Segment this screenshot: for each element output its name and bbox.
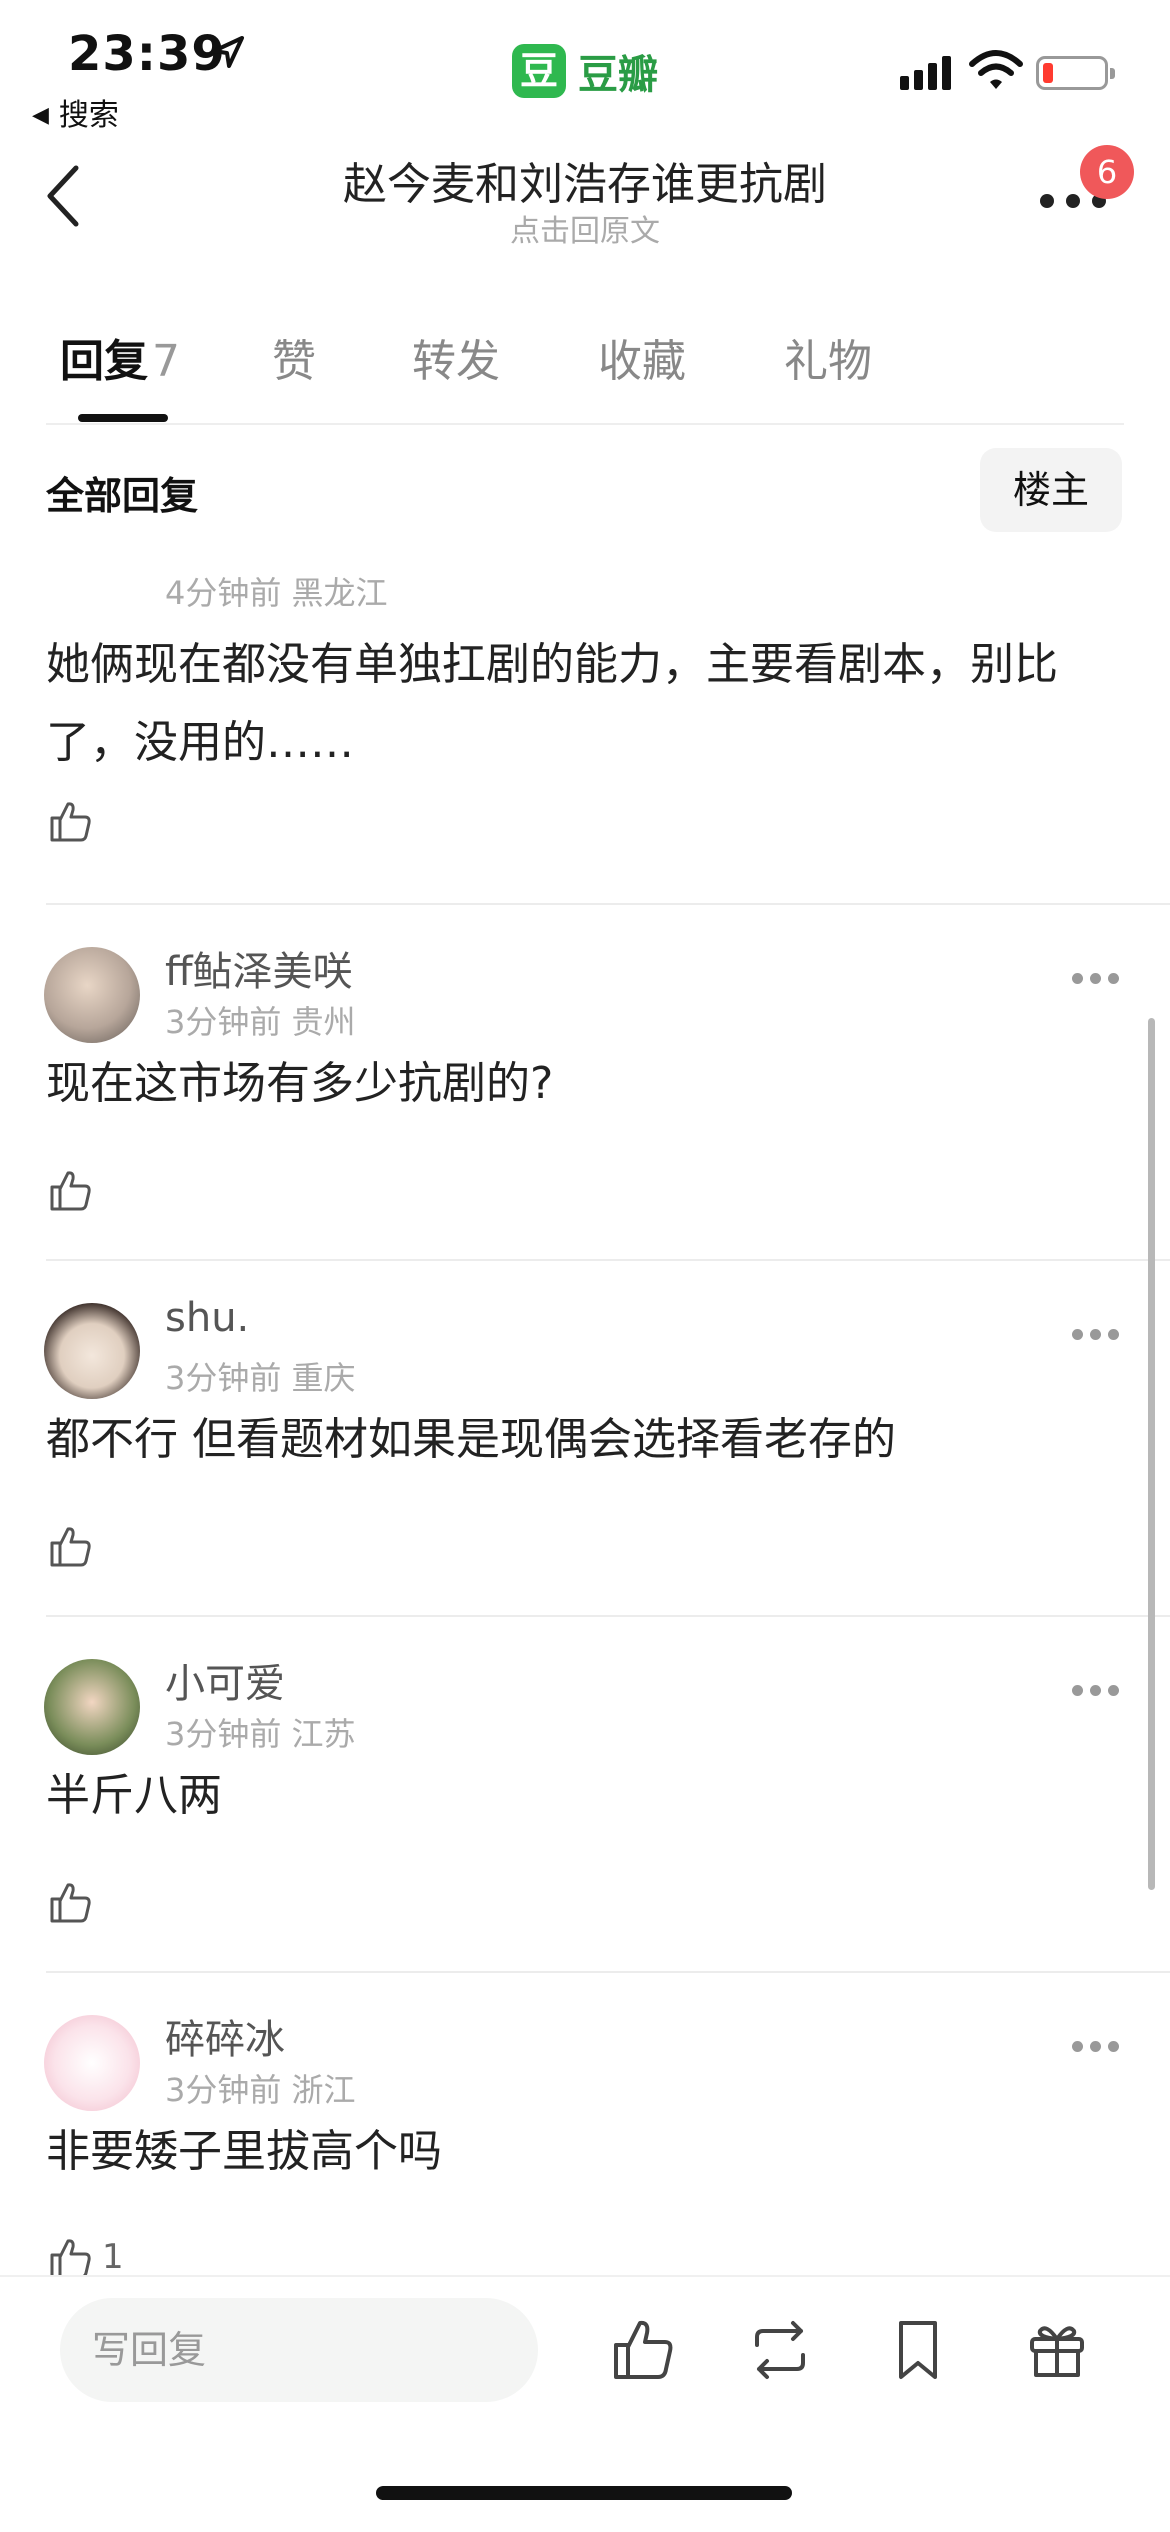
comment-text: 半斤八两 xyxy=(46,1770,222,1821)
tab-replies-count: 7 xyxy=(152,336,180,387)
back-to-app-link[interactable]: ◀ 搜索 xyxy=(32,90,119,134)
app-name: 豆瓣 xyxy=(578,52,658,98)
app-brand: 豆 豆瓣 xyxy=(512,42,658,100)
comment-more-icon[interactable] xyxy=(1072,1325,1120,1345)
comment-text: 都不行 但看题材如果是现偶会选择看老存的 xyxy=(46,1414,896,1465)
comment-meta: 3分钟前 重庆 xyxy=(165,1359,356,1397)
back-chevron-icon[interactable] xyxy=(40,160,90,232)
scrollbar[interactable] xyxy=(1148,1018,1155,1890)
comment-username[interactable]: 碎碎冰 xyxy=(165,2007,285,2065)
comment-more-icon[interactable] xyxy=(1072,969,1120,989)
thumbs-up-icon[interactable] xyxy=(46,1167,94,1215)
bookmark-icon[interactable] xyxy=(883,2315,953,2385)
page-title: 赵今麦和刘浩存谁更抗剧 xyxy=(343,159,827,210)
back-triangle-icon: ◀ xyxy=(32,103,49,128)
comment-username[interactable]: 小可爱 xyxy=(165,1651,285,1709)
comment-divider xyxy=(46,1971,1170,1973)
thumbs-up-icon[interactable] xyxy=(46,1523,94,1571)
comment-meta: 4分钟前 黑龙江 xyxy=(165,574,388,612)
comment-list: 4分钟前 黑龙江 她俩现在都没有单独扛剧的能力，主要看剧本，别比了，没用的…… … xyxy=(0,540,1170,2275)
comment-meta: 3分钟前 浙江 xyxy=(165,2071,356,2109)
status-bar: 23:39 ◀ 搜索 豆 豆瓣 xyxy=(0,0,1170,133)
tab-gifts[interactable]: 礼物 xyxy=(784,325,872,389)
active-tab-indicator xyxy=(78,414,168,422)
comment-username[interactable]: shu. xyxy=(165,1295,249,1341)
comment-more-icon[interactable] xyxy=(1072,1681,1120,1701)
gift-icon[interactable] xyxy=(1022,2315,1092,2385)
home-indicator xyxy=(376,2486,792,2500)
comment-divider xyxy=(46,1259,1170,1261)
comment-username[interactable]: ff鲇泽美咲 xyxy=(165,939,353,997)
comment-text: 现在这市场有多少抗剧的? xyxy=(46,1058,554,1109)
comment-meta: 3分钟前 江苏 xyxy=(165,1715,356,1753)
avatar[interactable] xyxy=(44,2015,140,2111)
back-app-label: 搜索 xyxy=(58,98,119,133)
all-replies-heading: 全部回复 xyxy=(46,474,199,518)
tabs-divider xyxy=(46,423,1124,425)
like-count: 1 xyxy=(102,2237,124,2275)
tab-likes[interactable]: 赞 xyxy=(272,325,316,389)
tab-replies-label: 回复 xyxy=(60,336,148,387)
tab-replies[interactable]: 回复7 xyxy=(60,325,180,389)
avatar[interactable] xyxy=(44,1659,140,1755)
thumbs-up-icon[interactable] xyxy=(46,1879,94,1927)
battery-icon xyxy=(1036,56,1115,90)
notification-badge: 6 xyxy=(1080,145,1134,199)
op-only-filter-button[interactable]: 楼主 xyxy=(980,448,1122,532)
cellular-signal-icon xyxy=(900,54,956,90)
comment-text: 她俩现在都没有单独扛剧的能力，主要看剧本，别比了，没用的…… xyxy=(46,639,1058,768)
avatar[interactable] xyxy=(44,1303,140,1399)
thumbs-up-icon[interactable] xyxy=(608,2315,678,2385)
tab-reposts[interactable]: 转发 xyxy=(412,325,500,389)
comment-text: 非要矮子里拔高个吗 xyxy=(46,2126,442,2177)
clock-time: 23:39 xyxy=(68,26,226,82)
douban-logo-icon: 豆 xyxy=(512,44,566,98)
avatar[interactable] xyxy=(44,947,140,1043)
comment-divider xyxy=(46,1615,1170,1617)
wifi-icon xyxy=(969,50,1023,89)
thumbs-up-icon[interactable] xyxy=(46,2235,94,2275)
location-arrow-icon xyxy=(212,36,244,68)
reply-input[interactable] xyxy=(60,2298,538,2402)
comment-divider xyxy=(46,903,1170,905)
comment-meta: 3分钟前 贵州 xyxy=(165,1003,356,1041)
repost-icon[interactable] xyxy=(745,2315,815,2385)
back-to-original-link[interactable]: 点击回原文 xyxy=(200,206,970,250)
thumbs-up-icon[interactable] xyxy=(46,798,94,846)
tab-collections[interactable]: 收藏 xyxy=(598,325,686,389)
comment-more-icon[interactable] xyxy=(1072,2037,1120,2057)
